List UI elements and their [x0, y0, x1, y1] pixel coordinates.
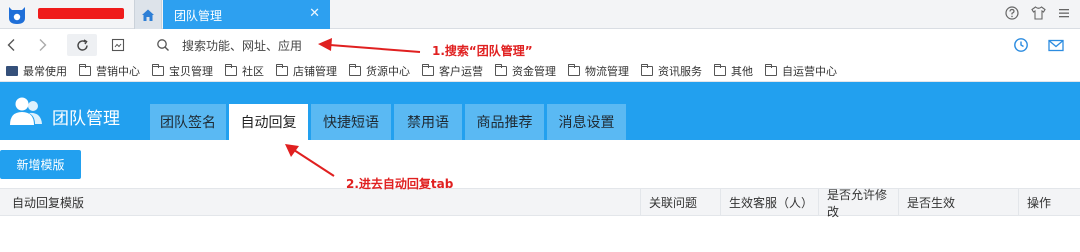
table-header-row: 自动回复模版 关联问题 生效客服（人） 是否允许修改 是否生效 操作 [0, 188, 1080, 219]
screenshot-icon [111, 38, 125, 52]
folder-icon [276, 64, 288, 76]
folder-icon [568, 64, 580, 76]
folder-icon [152, 64, 164, 76]
clock-icon [1014, 38, 1028, 52]
address-placeholder: 搜索功能、网址、应用 [182, 38, 303, 53]
folder-icon [349, 64, 361, 76]
table-column-header: 操作 [1018, 189, 1080, 216]
team-users-icon [10, 97, 42, 125]
forward-button[interactable] [32, 35, 54, 55]
bookmark-label: 物流管理 [585, 65, 629, 78]
bookmark-label: 宝贝管理 [169, 65, 213, 78]
app-tab[interactable]: 快捷短语 [311, 104, 391, 140]
bookmark-item[interactable]: 店铺管理 [276, 63, 337, 79]
folder-icon [225, 64, 237, 76]
menu-icon[interactable] [1056, 5, 1072, 21]
home-icon [142, 9, 154, 21]
bookmark-label: 店铺管理 [293, 65, 337, 78]
chevron-right-icon [39, 39, 47, 51]
bookmark-label: 营销中心 [96, 65, 140, 78]
bookmark-label: 资金管理 [512, 65, 556, 78]
window-controls [1004, 5, 1072, 21]
folder-icon [422, 64, 434, 76]
folder-icon [765, 64, 777, 76]
new-template-button[interactable]: 新增模版 [0, 150, 81, 179]
bookmark-label: 自运营中心 [782, 65, 837, 78]
app-tab-bar: 团队签名 自动回复 快捷短语 禁用语 商品推荐 消息设置 [150, 104, 626, 140]
mail-button[interactable] [1046, 35, 1066, 55]
table-column-header: 生效客服（人） [720, 189, 818, 216]
bookmark-label: 其他 [731, 65, 753, 78]
close-tab-icon[interactable]: ✕ [309, 6, 320, 21]
annotation-step-2: 2.进去自动回复tab [346, 177, 454, 191]
timer-button[interactable] [1011, 35, 1031, 55]
skin-shirt-icon[interactable] [1030, 5, 1046, 21]
table-column-header: 是否生效 [898, 189, 1018, 216]
browser-logo-icon [9, 7, 25, 24]
bookmark-item[interactable]: 其他 [714, 63, 753, 79]
folder-icon [714, 64, 726, 76]
bookmark-label: 最常使用 [23, 65, 67, 78]
app-header: 团队管理 团队签名 自动回复 快捷短语 禁用语 商品推荐 消息设置 [0, 82, 1080, 140]
screenshot-button[interactable] [107, 35, 129, 55]
table-column-header: 自动回复模版 [12, 196, 85, 210]
chevron-left-icon [7, 39, 15, 51]
bookmark-label: 客户运营 [439, 65, 483, 78]
browser-tab-label: 团队管理 [174, 9, 223, 23]
folder-icon [641, 64, 653, 76]
app-tab[interactable]: 团队签名 [150, 104, 226, 140]
browser-tab-team-management[interactable]: 团队管理 ✕ [163, 0, 330, 29]
bookmark-label: 社区 [242, 65, 264, 78]
bookmark-item[interactable]: 资讯服务 [641, 63, 702, 79]
bookmark-item[interactable]: 自运营中心 [765, 63, 837, 79]
table-column-header: 关联问题 [640, 189, 720, 216]
reload-button[interactable] [67, 34, 97, 56]
app-tab[interactable]: 自动回复 [229, 104, 308, 140]
app-tab[interactable]: 禁用语 [394, 104, 462, 140]
bookmark-item[interactable]: 营销中心 [79, 63, 140, 79]
bookmark-item[interactable]: 资金管理 [495, 63, 556, 79]
browser-navbar: 搜索功能、网址、应用 [0, 29, 1080, 61]
app-tab[interactable]: 消息设置 [547, 104, 626, 140]
bookmarks-bar: 最常使用 营销中心 宝贝管理 社区 店铺管理 货源中心 客户运营 资金管理 物流管理 资讯服务 其他… [0, 61, 1080, 82]
favorites-icon [6, 66, 18, 76]
reload-icon [77, 39, 88, 51]
back-button[interactable] [0, 35, 22, 55]
app-title: 团队管理 [52, 109, 120, 129]
folder-icon [495, 64, 507, 76]
search-icon [157, 39, 169, 51]
folder-icon [79, 64, 91, 76]
bookmark-label: 资讯服务 [658, 65, 702, 78]
bookmark-item[interactable]: 物流管理 [568, 63, 629, 79]
content-area: 新增模版 自动回复模版 关联问题 生效客服（人） 是否允许修改 是否生效 操作 [0, 140, 1080, 252]
bookmark-item[interactable]: 宝贝管理 [152, 63, 213, 79]
mail-icon [1048, 39, 1064, 51]
bookmark-item[interactable]: 客户运营 [422, 63, 483, 79]
bookmark-label: 货源中心 [366, 65, 410, 78]
table-column-header: 是否允许修改 [818, 188, 898, 219]
bookmark-item[interactable]: 最常使用 [6, 63, 67, 79]
app-tab[interactable]: 商品推荐 [465, 104, 544, 140]
browser-titlebar: 团队管理 ✕ [0, 0, 1080, 29]
home-tab[interactable] [134, 0, 162, 29]
bookmark-item[interactable]: 货源中心 [349, 63, 410, 79]
address-bar[interactable]: 搜索功能、网址、应用 [150, 33, 990, 57]
help-icon[interactable] [1004, 5, 1020, 21]
annotation-step-1: 1.搜索“团队管理” [432, 44, 533, 58]
bookmark-item[interactable]: 社区 [225, 63, 264, 79]
redacted-account [38, 8, 124, 19]
